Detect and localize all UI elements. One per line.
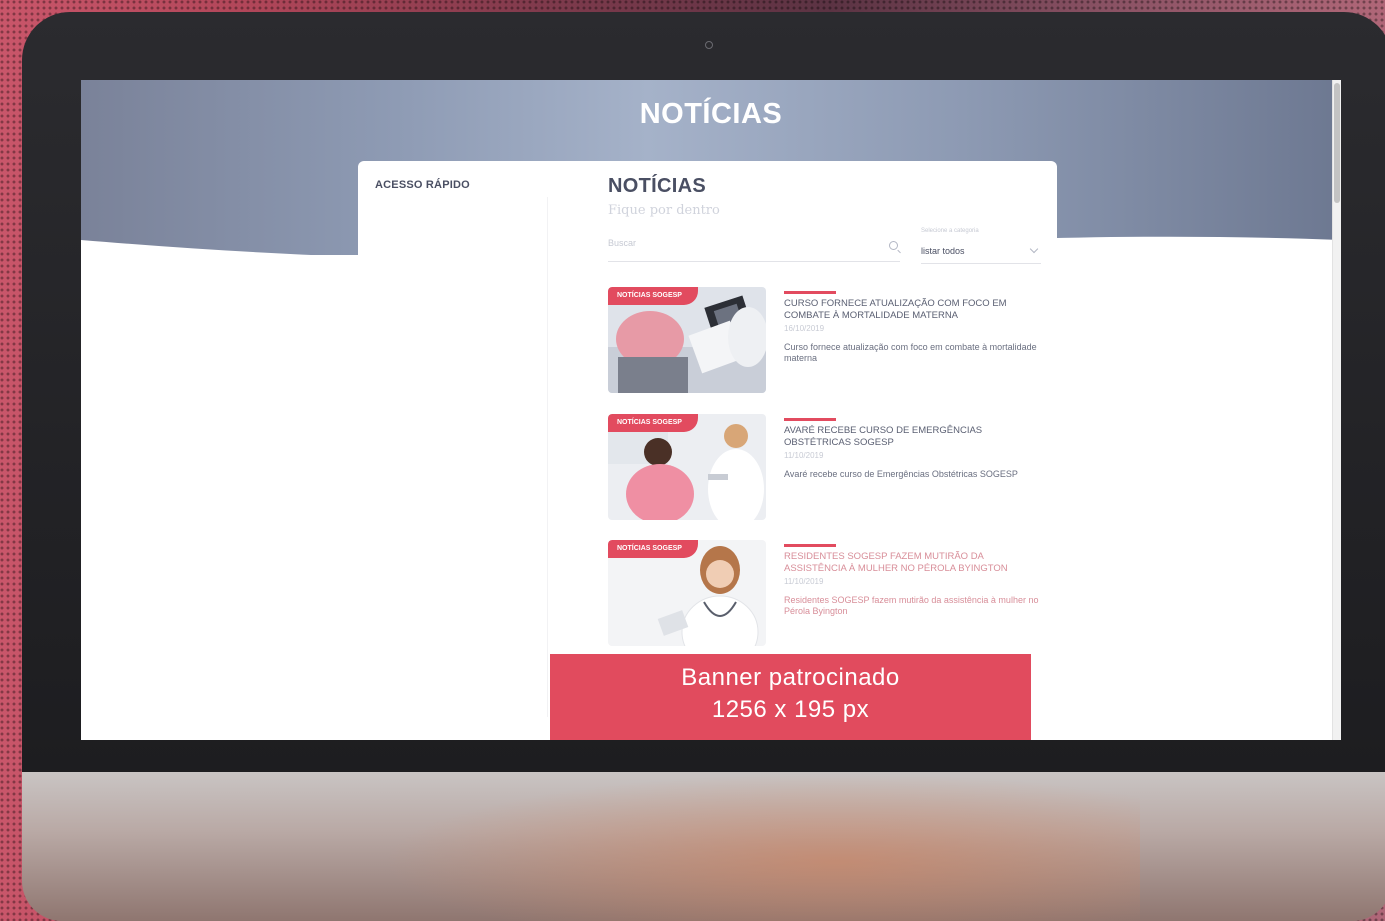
banner-text-line2: 1256 x 195 px [711,696,870,723]
vertical-scrollbar[interactable] [1332,80,1341,740]
news-item[interactable]: NOTÍCIAS SOGESP AVARÉ RECEBE CURSO DE EM… [608,414,1038,522]
category-selected-value: listar todos [921,246,965,256]
news-description: Curso fornece atualização com foco em co… [784,342,1037,363]
chevron-down-icon [1029,244,1039,254]
news-item[interactable]: NOTÍCIAS SOGESP RESIDENTES SOGESP FAZEM … [608,540,1038,648]
sponsored-banner[interactable]: Banner patrocinado 1256 x 195 px [550,654,1031,740]
page-subtitle: Fique por dentro [608,203,720,218]
banner-text-line1: Banner patrocinado [681,664,900,691]
page-title: NOTÍCIAS [608,175,706,197]
news-category-tag: NOTÍCIAS SOGESP [608,540,698,558]
category-label: Selecione a categoria [921,228,979,234]
news-category-tag: NOTÍCIAS SOGESP [608,414,698,432]
news-description: Residentes SOGESP fazem mutirão da assis… [784,595,1039,616]
news-thumbnail[interactable]: NOTÍCIAS SOGESP [608,414,766,520]
news-title[interactable]: CURSO FORNECE ATUALIZAÇÃO COM FOCO EM CO… [784,298,1040,322]
column-divider [547,197,548,717]
search-box [608,231,900,262]
news-date: 16/10/2019 [784,324,825,333]
news-item[interactable]: NOTÍCIAS SOGESP CURSO FORNECE ATUALIZAÇÃ… [608,287,1038,395]
scrollbar-thumb[interactable] [1334,83,1340,203]
search-icon[interactable] [889,241,898,250]
chin-glow [380,772,1140,921]
news-title[interactable]: AVARÉ RECEBE CURSO DE EMERGÊNCIAS OBSTÉT… [784,425,1040,449]
title-accent-bar [784,291,836,294]
news-title[interactable]: RESIDENTES SOGESP FAZEM MUTIRÃO DA ASSIS… [784,551,1040,575]
hero-title: NOTÍCIAS [639,98,783,130]
news-date: 11/10/2019 [784,577,824,586]
browser-screen: NOTÍCIAS ACESSO RÁPIDO NOTÍCIAS Fique po… [81,80,1341,740]
news-category-tag: NOTÍCIAS SOGESP [608,287,698,305]
news-thumbnail[interactable]: NOTÍCIAS SOGESP [608,540,766,646]
category-select[interactable]: listar todos [921,239,1041,264]
quick-access-heading: ACESSO RÁPIDO [375,179,470,191]
search-input[interactable] [608,231,868,255]
title-accent-bar [784,418,836,421]
news-date: 11/10/2019 [784,451,824,460]
title-accent-bar [784,544,836,547]
camera-dot [705,41,713,49]
news-thumbnail[interactable]: NOTÍCIAS SOGESP [608,287,766,393]
news-description: Avaré recebe curso de Emergências Obstét… [784,469,1018,479]
